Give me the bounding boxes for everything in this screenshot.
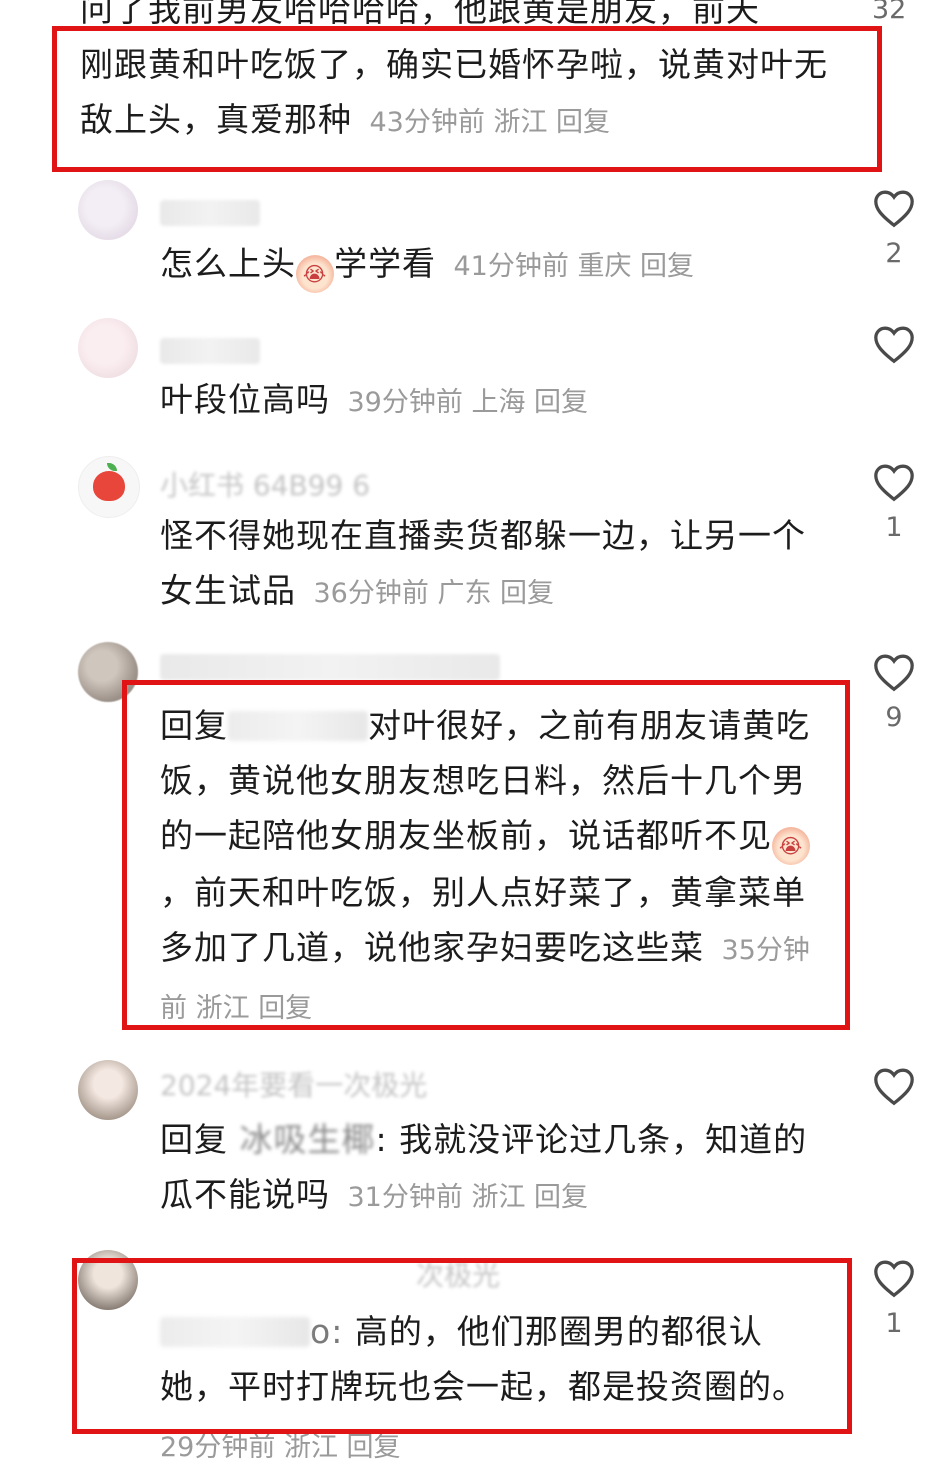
comment-location: 浙江	[195, 993, 250, 1024]
reply-button[interactable]: 回复	[556, 107, 610, 138]
crying-baby-emoji-icon: 😭	[296, 255, 334, 293]
reply-target-blurred[interactable]	[160, 1317, 310, 1347]
reply-prefix: 回复	[160, 1120, 228, 1159]
comment-time: 43分钟前	[369, 107, 485, 138]
reply-button[interactable]: 回复	[534, 387, 588, 418]
username-blurred[interactable]	[160, 200, 260, 226]
reply-target-blurred[interactable]	[228, 711, 368, 741]
comment-meta: 39分钟前 上海 回复	[348, 387, 589, 418]
like-button[interactable]: 1	[870, 462, 918, 543]
comment-text: 回复 冰吸生椰: 我就没评论过几条，知道的瓜不能说吗 31分钟前 浙江 回复	[160, 1120, 808, 1214]
comment-meta: 31分钟前 浙江 回复	[348, 1182, 589, 1213]
username[interactable]: 小红书 64B99 6	[160, 464, 440, 504]
reply-button[interactable]: 回复	[347, 1432, 401, 1463]
heart-outline-icon	[874, 1260, 914, 1298]
comment-text-part: 学学看	[334, 244, 436, 283]
reply-button[interactable]: 回复	[534, 1182, 588, 1213]
comment-time: 41分钟前	[453, 251, 569, 282]
comment-location: 广东	[437, 578, 492, 609]
heart-outline-icon	[874, 654, 914, 692]
comment-text-line0: 问了我前男友哈哈哈哈，他跟黄是朋友，前天	[80, 0, 760, 29]
reply-target-tail: o:	[310, 1312, 344, 1351]
comment-time: 29分钟前	[160, 1432, 276, 1463]
comment-time: 31分钟前	[347, 1182, 463, 1213]
like-count: 9	[885, 702, 903, 733]
comment-time: 39分钟前	[347, 387, 463, 418]
comment-text: 回复 对叶很好，之前有朋友请黄吃饭，黄说他女朋友想吃日料，然后十几个男的一起陪他女…	[160, 698, 810, 1036]
comment-location: 浙江	[493, 107, 548, 138]
comment-location: 上海	[471, 387, 526, 418]
reply-button[interactable]: 回复	[258, 993, 312, 1024]
comment-text: 怎么上头 😭 学学看 41分钟前 重庆 回复	[160, 236, 810, 294]
like-count: 1	[885, 1308, 903, 1339]
avatar[interactable]	[78, 642, 138, 702]
reply-prefix: 回复	[160, 706, 228, 745]
heart-outline-icon	[874, 326, 914, 364]
comment-location: 重庆	[577, 251, 632, 282]
heart-outline-icon	[874, 1068, 914, 1106]
like-button[interactable]	[870, 1066, 918, 1106]
comment-text-part: ，前天和叶吃饭，别人点好菜了，黄拿菜单多加了几道，说他家孕妇要吃这些菜	[160, 873, 806, 967]
comment-meta: 43分钟前 浙江 回复	[370, 107, 611, 138]
avatar[interactable]	[78, 318, 138, 378]
like-count: 32	[872, 0, 907, 25]
comment-text: 怪不得她现在直播卖货都躲一边，让另一个女生试品 36分钟前 广东 回复	[160, 508, 810, 621]
comment-text: 叶段位高吗 39分钟前 上海 回复	[160, 372, 810, 430]
comment-meta: 29分钟前 浙江 回复	[160, 1432, 401, 1463]
comment-text: 问了我前男友哈哈哈哈，他跟黄是朋友，前天 刚跟黄和叶吃饭了，确实已婚怀孕啦，说黄…	[80, 0, 850, 150]
username-blurred[interactable]	[160, 338, 260, 364]
heart-outline-icon	[874, 464, 914, 502]
username[interactable]: 2024年要看一次极光	[160, 1064, 500, 1104]
avatar[interactable]	[78, 456, 140, 518]
comment-meta: 41分钟前 重庆 回复	[454, 251, 695, 282]
like-count: 2	[885, 238, 903, 269]
like-count: 1	[885, 512, 903, 543]
comment-text: o: 高的，他们那圈男的都很认她，平时打牌玩也会一起，都是投资圈的。 29分钟前…	[160, 1304, 810, 1475]
like-button[interactable]	[870, 324, 918, 364]
comment-location: 浙江	[471, 1182, 526, 1213]
comment-text-body: 叶段位高吗	[160, 380, 330, 419]
reply-button[interactable]: 回复	[640, 251, 694, 282]
comment-meta: 36分钟前 广东 回复	[314, 578, 555, 609]
like-button[interactable]: 1	[870, 1258, 918, 1339]
comment-time: 36分钟前	[313, 578, 429, 609]
comment-text-part: 怎么上头	[160, 244, 296, 283]
apple-icon	[93, 463, 125, 501]
reply-button[interactable]: 回复	[500, 578, 554, 609]
username-blurred[interactable]	[160, 654, 500, 680]
avatar[interactable]	[78, 1060, 138, 1120]
like-button[interactable]: 2	[870, 188, 918, 269]
avatar[interactable]	[78, 180, 138, 240]
avatar[interactable]	[78, 1250, 138, 1310]
reply-target[interactable]: 冰吸生椰	[240, 1120, 376, 1159]
crying-baby-emoji-icon: 😭	[772, 827, 810, 865]
like-button[interactable]: 9	[870, 652, 918, 733]
username[interactable]: 次极光	[160, 1254, 500, 1294]
heart-outline-icon	[874, 190, 914, 228]
comment-location: 浙江	[283, 1432, 338, 1463]
